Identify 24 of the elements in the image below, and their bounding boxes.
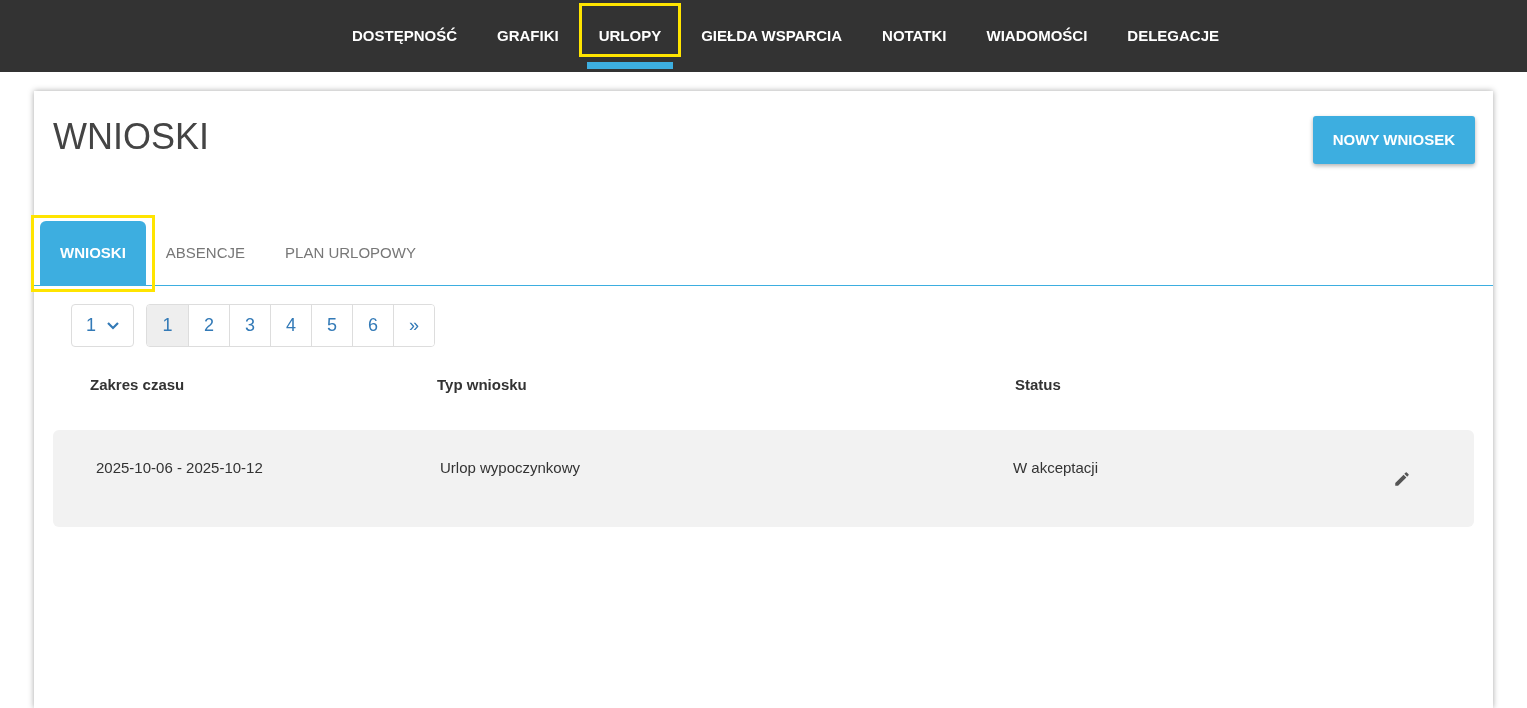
- tab[interactable]: ABSENCJE: [145, 221, 266, 285]
- page-title: WNIOSKI: [53, 116, 209, 158]
- column-header: Zakres czasu: [90, 376, 185, 393]
- column-header: Status: [1015, 376, 1061, 393]
- nav-link[interactable]: WIADOMOŚCI: [966, 0, 1108, 72]
- tab[interactable]: WNIOSKI: [40, 221, 146, 285]
- table-cell: W akceptacji: [1013, 458, 1099, 476]
- table-cell: 2025-10-06 - 2025-10-12: [96, 458, 263, 476]
- nav-link[interactable]: DOSTĘPNOŚĆ: [332, 0, 477, 72]
- page-link[interactable]: 1: [147, 305, 188, 346]
- nav-link[interactable]: URLOPY: [578, 0, 682, 72]
- nav-link[interactable]: GRAFIKI: [477, 0, 579, 72]
- chevron-down-icon: [107, 321, 119, 330]
- table-cell: Urlop wypoczynkowy: [440, 458, 581, 476]
- nav-link[interactable]: NOTATKI: [862, 0, 967, 72]
- new-request-button[interactable]: NOWY WNIOSEK: [1312, 116, 1475, 164]
- column-header: Typ wniosku: [437, 376, 527, 393]
- page-select[interactable]: 1: [71, 304, 134, 347]
- page-select-value: 1: [86, 314, 96, 337]
- nav-link[interactable]: GIEŁDA WSPARCIA: [681, 0, 863, 72]
- tab[interactable]: PLAN URLOPOWY: [265, 221, 436, 285]
- page-link[interactable]: »: [393, 305, 434, 346]
- pencil-icon[interactable]: [1393, 469, 1411, 488]
- nav-link[interactable]: DELEGACJE: [1107, 0, 1239, 72]
